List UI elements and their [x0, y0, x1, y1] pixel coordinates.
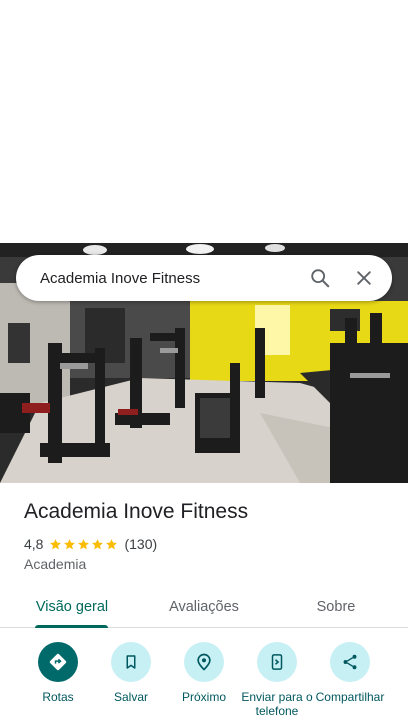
- tab-overview-label: Visão geral: [35, 598, 109, 615]
- place-tabs: Visão geral Avaliações Sobre: [0, 585, 408, 628]
- directions-label: Rotas: [42, 690, 74, 704]
- bookmark-icon: [126, 655, 136, 669]
- search-bar[interactable]: Academia Inove Fitness: [16, 255, 392, 301]
- send-to-phone-icon: [271, 654, 283, 670]
- nearby-button[interactable]: Próximo: [167, 642, 241, 704]
- active-tab-indicator: [35, 625, 108, 628]
- map-area-blank: [0, 0, 408, 243]
- rating-stars: [49, 538, 119, 551]
- share-label: Compartilhar: [315, 690, 385, 704]
- star-icon: [92, 538, 104, 549]
- reviews-count[interactable]: (130): [124, 536, 157, 552]
- send-to-phone-circle: [257, 642, 297, 682]
- save-button[interactable]: Salvar: [94, 642, 168, 704]
- star-icon: [50, 538, 62, 549]
- send-to-phone-label: Enviar para o telefone: [241, 690, 313, 718]
- tab-about[interactable]: Sobre: [290, 585, 382, 628]
- tab-overview[interactable]: Visão geral: [24, 585, 120, 628]
- nearby-icon: [197, 653, 211, 671]
- action-buttons: Rotas Salvar Próximo Enviar para o telef…: [0, 642, 408, 726]
- tab-about-label: Sobre: [316, 598, 356, 615]
- rating-row[interactable]: 4,8 (130): [24, 536, 157, 552]
- share-button[interactable]: Compartilhar: [313, 642, 387, 704]
- tab-reviews[interactable]: Avaliações: [156, 585, 252, 628]
- search-icon: [311, 269, 330, 288]
- share-circle: [330, 642, 370, 682]
- search-query-text[interactable]: Academia Inove Fitness: [16, 270, 298, 287]
- nearby-label: Próximo: [181, 690, 226, 704]
- star-icon: [78, 538, 90, 549]
- tab-reviews-label: Avaliações: [169, 598, 239, 615]
- star-icon: [64, 538, 76, 549]
- place-category: Academia: [24, 556, 87, 572]
- star-icon: [106, 538, 118, 549]
- send-to-phone-button[interactable]: Enviar para o telefone: [240, 642, 314, 718]
- directions-icon: [49, 653, 67, 671]
- rating-value: 4,8: [24, 536, 44, 552]
- place-name: Academia Inove Fitness: [24, 500, 249, 523]
- share-icon: [343, 654, 357, 670]
- close-icon: [357, 271, 371, 285]
- nearby-circle: [184, 642, 224, 682]
- save-circle: [111, 642, 151, 682]
- directions-button[interactable]: Rotas: [21, 642, 95, 704]
- save-label: Salvar: [113, 690, 148, 704]
- directions-circle: [38, 642, 78, 682]
- clear-search-button[interactable]: [342, 256, 386, 300]
- search-button[interactable]: [298, 256, 342, 300]
